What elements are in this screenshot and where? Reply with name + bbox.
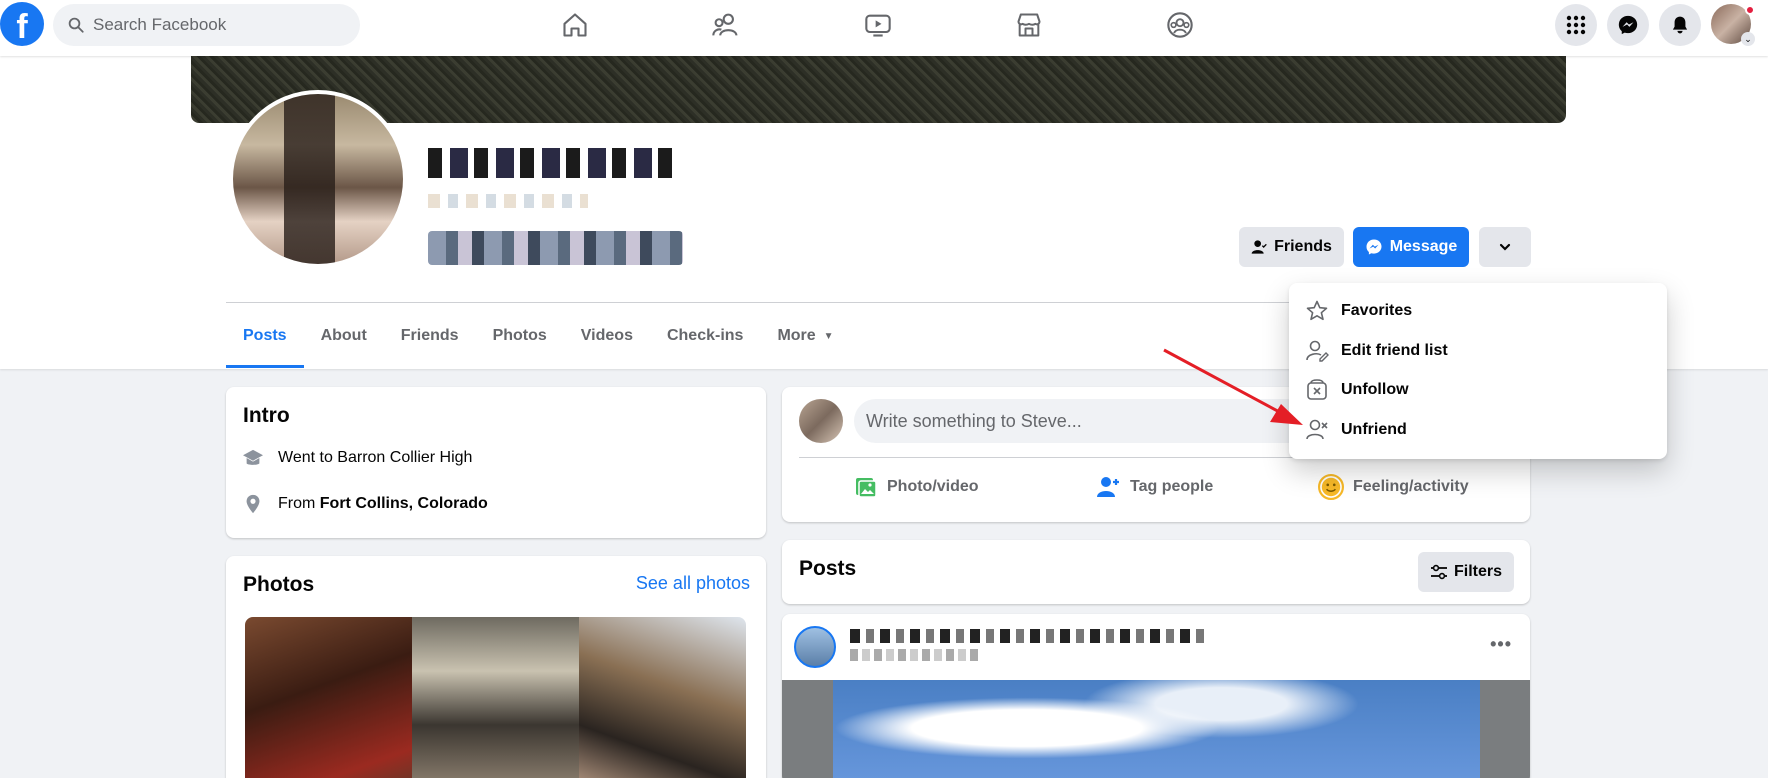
more-options-button[interactable] bbox=[1479, 227, 1531, 267]
feeling-activity-button[interactable]: Feeling/activity bbox=[1318, 467, 1469, 507]
intro-from-prefix: From bbox=[278, 495, 316, 512]
photo-grid bbox=[245, 617, 746, 778]
feeling-icon bbox=[1318, 474, 1344, 500]
intro-from-text: From Fort Collins, Colorado bbox=[278, 495, 488, 513]
account-chevron-icon[interactable]: ⌄ bbox=[1741, 32, 1755, 46]
posts-title: Posts bbox=[799, 557, 857, 580]
menu-item-unfollow-label: Unfollow bbox=[1341, 381, 1409, 398]
intro-title: Intro bbox=[243, 404, 290, 427]
menu-item-unfollow[interactable]: Unfollow bbox=[1297, 371, 1659, 409]
photo-video-button[interactable]: Photo/video bbox=[854, 467, 979, 507]
messenger-icon[interactable] bbox=[1607, 4, 1649, 46]
post-timestamp-redacted[interactable] bbox=[850, 649, 980, 661]
chevron-down-icon bbox=[1499, 243, 1511, 251]
facebook-logo[interactable]: f bbox=[0, 2, 44, 46]
caret-down-icon: ▼ bbox=[823, 330, 834, 342]
location-pin-icon bbox=[246, 494, 260, 514]
search-input[interactable] bbox=[93, 4, 343, 46]
tag-people-icon bbox=[1097, 477, 1119, 497]
tab-friends[interactable]: Friends bbox=[384, 306, 476, 366]
post-image[interactable] bbox=[782, 680, 1530, 778]
profile-tabs: Posts About Friends Photos Videos Check-… bbox=[226, 306, 851, 368]
photo-thumbnail[interactable] bbox=[412, 617, 579, 778]
menu-item-edit-friend-list[interactable]: Edit friend list bbox=[1297, 332, 1659, 370]
composer-avatar[interactable] bbox=[799, 399, 843, 443]
search-icon bbox=[68, 17, 84, 33]
tab-more[interactable]: More ▼ bbox=[760, 306, 850, 366]
watch-icon[interactable] bbox=[861, 8, 895, 42]
message-button[interactable]: Message bbox=[1353, 227, 1469, 267]
menu-item-edit-friend-list-label: Edit friend list bbox=[1341, 342, 1448, 359]
unfollow-icon bbox=[1307, 379, 1327, 400]
tab-more-label: More bbox=[777, 327, 816, 344]
filters-label: Filters bbox=[1453, 563, 1502, 580]
photo-video-icon bbox=[856, 478, 877, 498]
menu-item-favorites-label: Favorites bbox=[1341, 302, 1413, 319]
search-box[interactable] bbox=[53, 4, 360, 46]
messenger-icon bbox=[1366, 239, 1382, 255]
tab-photos[interactable]: Photos bbox=[476, 306, 564, 366]
post-author-name-redacted[interactable] bbox=[850, 629, 1210, 643]
intro-education-text: Went to Barron Collier High bbox=[278, 449, 473, 466]
home-icon[interactable] bbox=[558, 8, 592, 42]
feeling-activity-label: Feeling/activity bbox=[1353, 478, 1469, 495]
intro-card: Intro Went to Barron Collier High From F… bbox=[226, 387, 766, 538]
intro-hometown: From Fort Collins, Colorado bbox=[242, 493, 488, 515]
post-author-avatar[interactable] bbox=[794, 626, 836, 668]
friends-button[interactable]: Friends bbox=[1239, 227, 1344, 267]
friends-person-icon bbox=[1251, 240, 1267, 254]
tag-people-button[interactable]: Tag people bbox=[1097, 467, 1213, 507]
posts-header-card: Posts Filters bbox=[782, 540, 1530, 604]
profile-name-redacted bbox=[428, 148, 678, 178]
friends-icon[interactable] bbox=[709, 8, 743, 42]
unfriend-icon bbox=[1306, 419, 1328, 440]
message-button-label: Message bbox=[1389, 238, 1458, 255]
notification-dot bbox=[1745, 5, 1755, 15]
mutual-friends-avatars-redacted[interactable] bbox=[428, 231, 683, 265]
menu-item-unfriend-label: Unfriend bbox=[1341, 421, 1407, 438]
marketplace-icon[interactable] bbox=[1012, 8, 1046, 42]
tab-posts[interactable]: Posts bbox=[226, 306, 304, 368]
menu-item-favorites[interactable]: Favorites bbox=[1297, 292, 1659, 330]
post-card: ••• bbox=[782, 614, 1530, 778]
intro-education: Went to Barron Collier High bbox=[242, 448, 472, 468]
photos-title: Photos bbox=[243, 573, 315, 596]
groups-icon[interactable] bbox=[1163, 8, 1197, 42]
graduation-cap-icon bbox=[243, 449, 263, 465]
edit-friend-list-icon bbox=[1306, 340, 1329, 362]
menu-grid-icon[interactable] bbox=[1555, 4, 1597, 46]
friend-options-menu: Favorites Edit friend list Unfollow Unfr… bbox=[1289, 283, 1667, 459]
filters-button[interactable]: Filters bbox=[1418, 552, 1514, 592]
menu-item-unfriend[interactable]: Unfriend bbox=[1297, 411, 1659, 449]
post-options-icon[interactable]: ••• bbox=[1490, 634, 1512, 655]
photo-thumbnail[interactable] bbox=[245, 617, 412, 778]
tab-videos[interactable]: Videos bbox=[564, 306, 650, 366]
profile-subtitle-redacted bbox=[428, 194, 588, 208]
see-all-photos-link[interactable]: See all photos bbox=[636, 573, 750, 594]
photo-video-label: Photo/video bbox=[887, 478, 979, 495]
photos-card: Photos See all photos bbox=[226, 556, 766, 778]
cover-photo[interactable] bbox=[191, 56, 1566, 123]
notifications-icon[interactable] bbox=[1659, 4, 1701, 46]
intro-from-place[interactable]: Fort Collins, Colorado bbox=[320, 495, 488, 512]
star-icon bbox=[1306, 300, 1328, 321]
friends-button-label: Friends bbox=[1274, 238, 1332, 255]
filters-icon bbox=[1430, 564, 1447, 580]
tab-check-ins[interactable]: Check-ins bbox=[650, 306, 760, 366]
top-navigation-bar: f ⌄ bbox=[0, 0, 1768, 56]
tag-people-label: Tag people bbox=[1130, 478, 1214, 495]
tab-about[interactable]: About bbox=[304, 306, 384, 366]
profile-picture[interactable] bbox=[229, 90, 407, 268]
photo-thumbnail[interactable] bbox=[579, 617, 746, 778]
